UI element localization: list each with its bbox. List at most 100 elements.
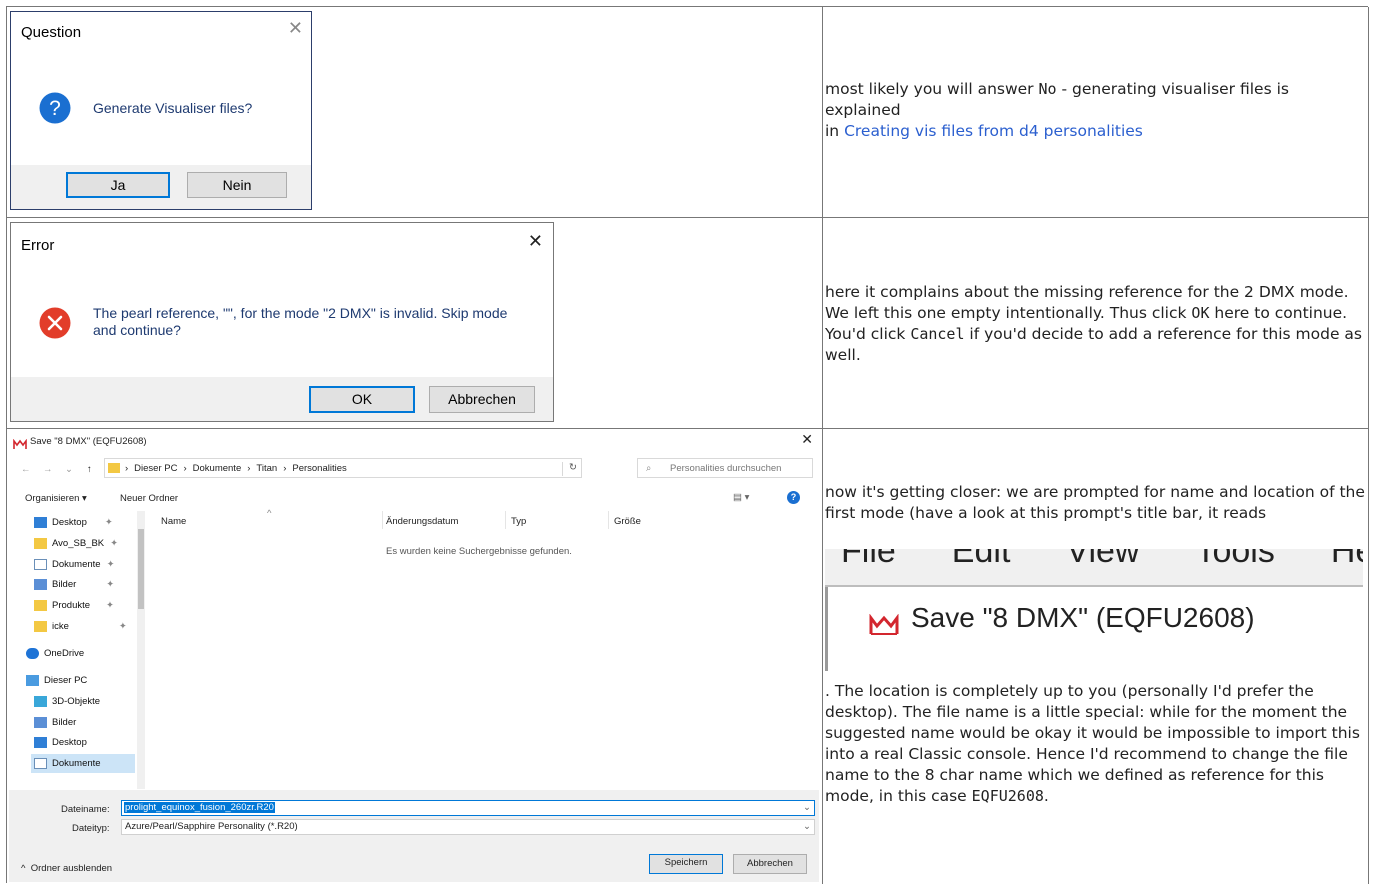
cube-icon (34, 696, 47, 707)
cancel-button[interactable]: Abbrechen (429, 386, 535, 413)
up-arrow-icon[interactable]: ↑ (87, 464, 92, 475)
breadcrumb-item[interactable]: Dieser PC (134, 463, 177, 474)
description-text: here it complains about the missing refe… (825, 282, 1365, 366)
scrollbar-thumb[interactable] (138, 529, 144, 609)
yes-button[interactable]: Ja (66, 172, 170, 198)
app-logo-icon (13, 435, 27, 450)
column-header-type[interactable]: Typ (511, 516, 526, 527)
text: . (1043, 787, 1049, 805)
screenshot-cell: Question ✕ ? Generate Visualiser files? … (7, 7, 823, 217)
refresh-icon[interactable]: ↻ (562, 462, 583, 476)
nav-item[interactable]: OneDrive (26, 644, 84, 663)
table-row: Save "8 DMX" (EQFU2608) ✕ ← → ⌄ ↑ › Diese… (7, 429, 1369, 884)
nav-item[interactable]: Avo_SB_BK ✦ (34, 534, 118, 553)
menu-item: Tools (1195, 549, 1275, 570)
breadcrumb-item[interactable]: Titan (256, 463, 277, 474)
forward-arrow-icon[interactable]: → (43, 464, 53, 475)
breadcrumb-item[interactable]: Dokumente (193, 463, 242, 474)
close-icon[interactable]: ✕ (801, 432, 813, 448)
nav-item-selected[interactable]: Dokumente (31, 754, 135, 773)
nav-label: Desktop (52, 517, 87, 528)
dialog-title: Save "8 DMX" (EQFU2608) (30, 436, 147, 447)
nav-label: Desktop (52, 737, 87, 748)
search-placeholder: Personalities durchsuchen (670, 463, 782, 474)
nav-item[interactable]: Desktop (34, 733, 87, 752)
back-arrow-icon[interactable]: ← (21, 464, 31, 475)
organize-menu[interactable]: Organisieren ▾ (25, 493, 87, 504)
filetype-select[interactable]: Azure/Pearl/Sapphire Personality (*.R20)… (121, 819, 815, 835)
description-text: . The location is completely up to you (… (825, 681, 1365, 807)
folder-icon (34, 600, 47, 611)
column-divider (608, 511, 609, 529)
chevron-down-icon[interactable]: ⌄ (803, 802, 811, 813)
screenshot-cell: Error ✕ The pearl reference, "", for the… (7, 218, 823, 428)
zoomed-title-bar-image: File Edit View Tools Help Save "8 DMX" (… (825, 549, 1363, 671)
pictures-icon (34, 717, 47, 728)
help-icon[interactable]: ? (787, 491, 800, 504)
text: in (825, 122, 845, 140)
filename-input[interactable]: prolight_equinox_fusion_260zr.R20 ⌄ (121, 800, 815, 816)
table-row: Error ✕ The pearl reference, "", for the… (7, 218, 1369, 429)
description-cell: most likely you will answer No - generat… (823, 7, 1369, 217)
nav-label: Dokumente (52, 559, 101, 570)
breadcrumb: › Dieser PC › Dokumente › Titan › Personalities (125, 463, 347, 474)
view-options-icon[interactable]: ▤ ▾ (733, 492, 749, 503)
code-text: Cancel (910, 325, 965, 343)
hide-folders-label: Ordner ausblenden (30, 863, 113, 874)
error-dialog: Error ✕ The pearl reference, "", for the… (10, 222, 554, 422)
nav-label: Avo_SB_BK (52, 538, 105, 549)
menu-item: Help (1330, 549, 1363, 570)
vis-files-link[interactable]: Creating vis files from d4 personalities (844, 122, 1143, 140)
nav-item[interactable]: Bilder ✦ (34, 575, 114, 594)
nav-scrollbar[interactable] (137, 511, 145, 789)
nav-label: Bilder (52, 579, 77, 590)
folder-blue-icon (34, 517, 47, 528)
cancel-button[interactable]: Abbrechen (733, 854, 807, 874)
menu-item: File (841, 549, 896, 570)
nav-item[interactable]: 3D-Objekte (34, 692, 100, 711)
hide-folders-toggle[interactable]: ^ Ordner ausblenden (21, 863, 112, 874)
column-divider (382, 511, 383, 529)
folder-icon (34, 538, 47, 549)
filetype-value: Azure/Pearl/Sapphire Personality (*.R20) (125, 821, 298, 832)
computer-icon (26, 675, 39, 686)
filename-value: prolight_equinox_fusion_260zr.R20 (124, 802, 275, 813)
new-folder-button[interactable]: Neuer Ordner (120, 493, 178, 504)
nav-item[interactable]: Dokumente ✦ (34, 555, 115, 574)
nav-item[interactable]: Produkte ✦ (34, 596, 114, 615)
folder-blue-icon (34, 737, 47, 748)
pin-icon: ✦ (118, 621, 127, 632)
navigation-pane: Desktop ✦ Avo_SB_BK ✦ Dokumente ✦ Bilder ✦ P… (9, 511, 145, 789)
description-intro: now it's getting closer: we are prompted… (825, 483, 1365, 522)
breadcrumb-item[interactable]: Personalities (292, 463, 346, 474)
nav-item[interactable]: Bilder (34, 713, 76, 732)
column-header-size[interactable]: Größe (614, 516, 641, 527)
search-input[interactable]: ⌕ Personalities durchsuchen (637, 458, 813, 478)
column-header-name[interactable]: Name (161, 516, 186, 527)
empty-message: Es wurden keine Suchergebnisse gefunden. (386, 546, 572, 557)
question-icon: ? (39, 92, 71, 124)
nav-item[interactable]: Desktop ✦ (34, 513, 113, 532)
dialog-title: Error (21, 237, 55, 254)
address-bar[interactable]: › Dieser PC › Dokumente › Titan › Personalities… (104, 458, 582, 478)
ok-button[interactable]: OK (309, 386, 415, 413)
chevron-down-icon[interactable]: ⌄ (65, 464, 73, 475)
app-logo-icon (869, 613, 899, 636)
nav-item[interactable]: icke ✦ (34, 617, 127, 636)
code-text: OK (1191, 304, 1210, 322)
save-button[interactable]: Speichern (649, 854, 723, 874)
nav-label: Produkte (52, 600, 91, 611)
dialog-message: Generate Visualiser files? (93, 100, 253, 116)
question-dialog: Question ✕ ? Generate Visualiser files? … (10, 11, 312, 210)
nav-item[interactable]: Dieser PC (26, 671, 87, 690)
nav-label: Dokumente (52, 758, 101, 769)
nav-label: OneDrive (44, 648, 85, 659)
close-icon[interactable]: ✕ (288, 18, 303, 39)
close-icon[interactable]: ✕ (528, 231, 543, 252)
text: . The location is completely up to you (… (825, 682, 1360, 805)
no-button[interactable]: Nein (187, 172, 287, 198)
filename-label: Dateiname: (61, 804, 110, 815)
chevron-down-icon[interactable]: ⌄ (803, 821, 811, 832)
dialog-footer: Ja Nein (11, 165, 311, 209)
column-header-date[interactable]: Änderungsdatum (386, 516, 458, 527)
